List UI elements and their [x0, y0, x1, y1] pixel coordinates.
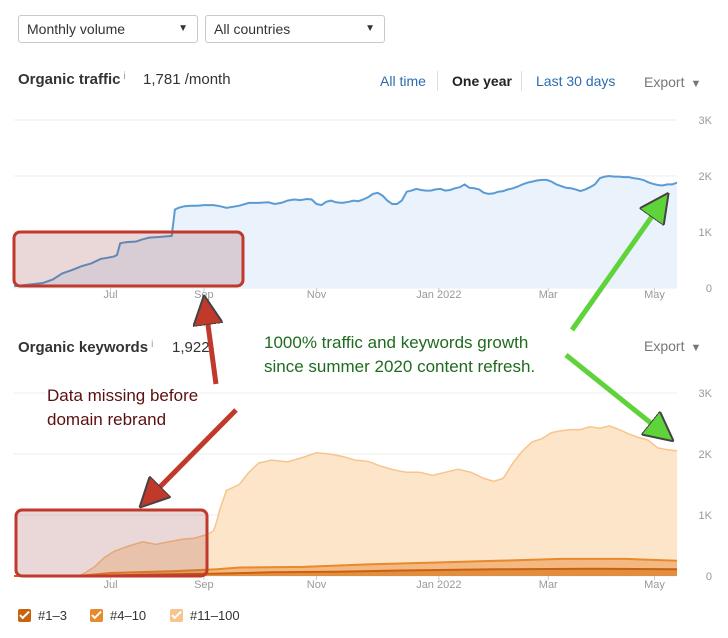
- missing-data-highlight: [14, 508, 209, 578]
- missing-data-highlight: [12, 230, 245, 288]
- missing-arrow-up: [206, 310, 216, 385]
- x-tick-label: Jan 2022: [416, 579, 461, 591]
- x-tick-label: Mar: [539, 579, 558, 591]
- x-tick-label: Jan 2022: [416, 289, 461, 301]
- y-tick-label: 2K: [699, 171, 713, 183]
- x-tick-label: Sep: [194, 289, 214, 301]
- x-tick-label: May: [644, 289, 665, 301]
- legend-label: #11–100: [190, 608, 240, 623]
- x-tick-label: Sep: [194, 579, 214, 591]
- annotation-text: domain rebrand: [47, 410, 166, 429]
- y-tick-label: 1K: [699, 227, 713, 239]
- y-tick-label: 2K: [699, 449, 713, 461]
- legend-label: #4–10: [110, 608, 147, 623]
- x-tick-label: May: [644, 579, 665, 591]
- x-tick-label: Nov: [307, 579, 327, 591]
- y-tick-label: 3K: [699, 388, 713, 400]
- annotation-text: 1000% traffic and keywords growth: [264, 333, 528, 352]
- checkbox-icon[interactable]: [170, 609, 183, 622]
- checkbox-icon[interactable]: [18, 609, 31, 622]
- y-tick-label: 0: [706, 283, 712, 295]
- legend-item-top3[interactable]: #1–3: [18, 608, 67, 623]
- y-tick-label: 3K: [699, 115, 713, 127]
- checkbox-icon[interactable]: [90, 609, 103, 622]
- x-tick-label: Jul: [104, 579, 118, 591]
- annotation-text: Data missing before: [47, 386, 198, 405]
- charts-canvas: 3K 2K 1K 0 Jul Sep Nov Jan 2022 Mar May 3K 2K 1K 0 Jul…: [12, 115, 713, 591]
- x-tick-label: Jul: [104, 289, 118, 301]
- legend-item-top100[interactable]: #11–100: [170, 608, 240, 623]
- x-tick-label: Mar: [539, 289, 558, 301]
- y-tick-label: 0: [706, 571, 712, 583]
- legend-item-top10[interactable]: #4–10: [90, 608, 146, 623]
- annotation-text: since summer 2020 content refresh.: [264, 357, 535, 376]
- y-tick-label: 1K: [699, 510, 713, 522]
- legend-label: #1–3: [38, 608, 67, 623]
- x-tick-label: Nov: [307, 289, 327, 301]
